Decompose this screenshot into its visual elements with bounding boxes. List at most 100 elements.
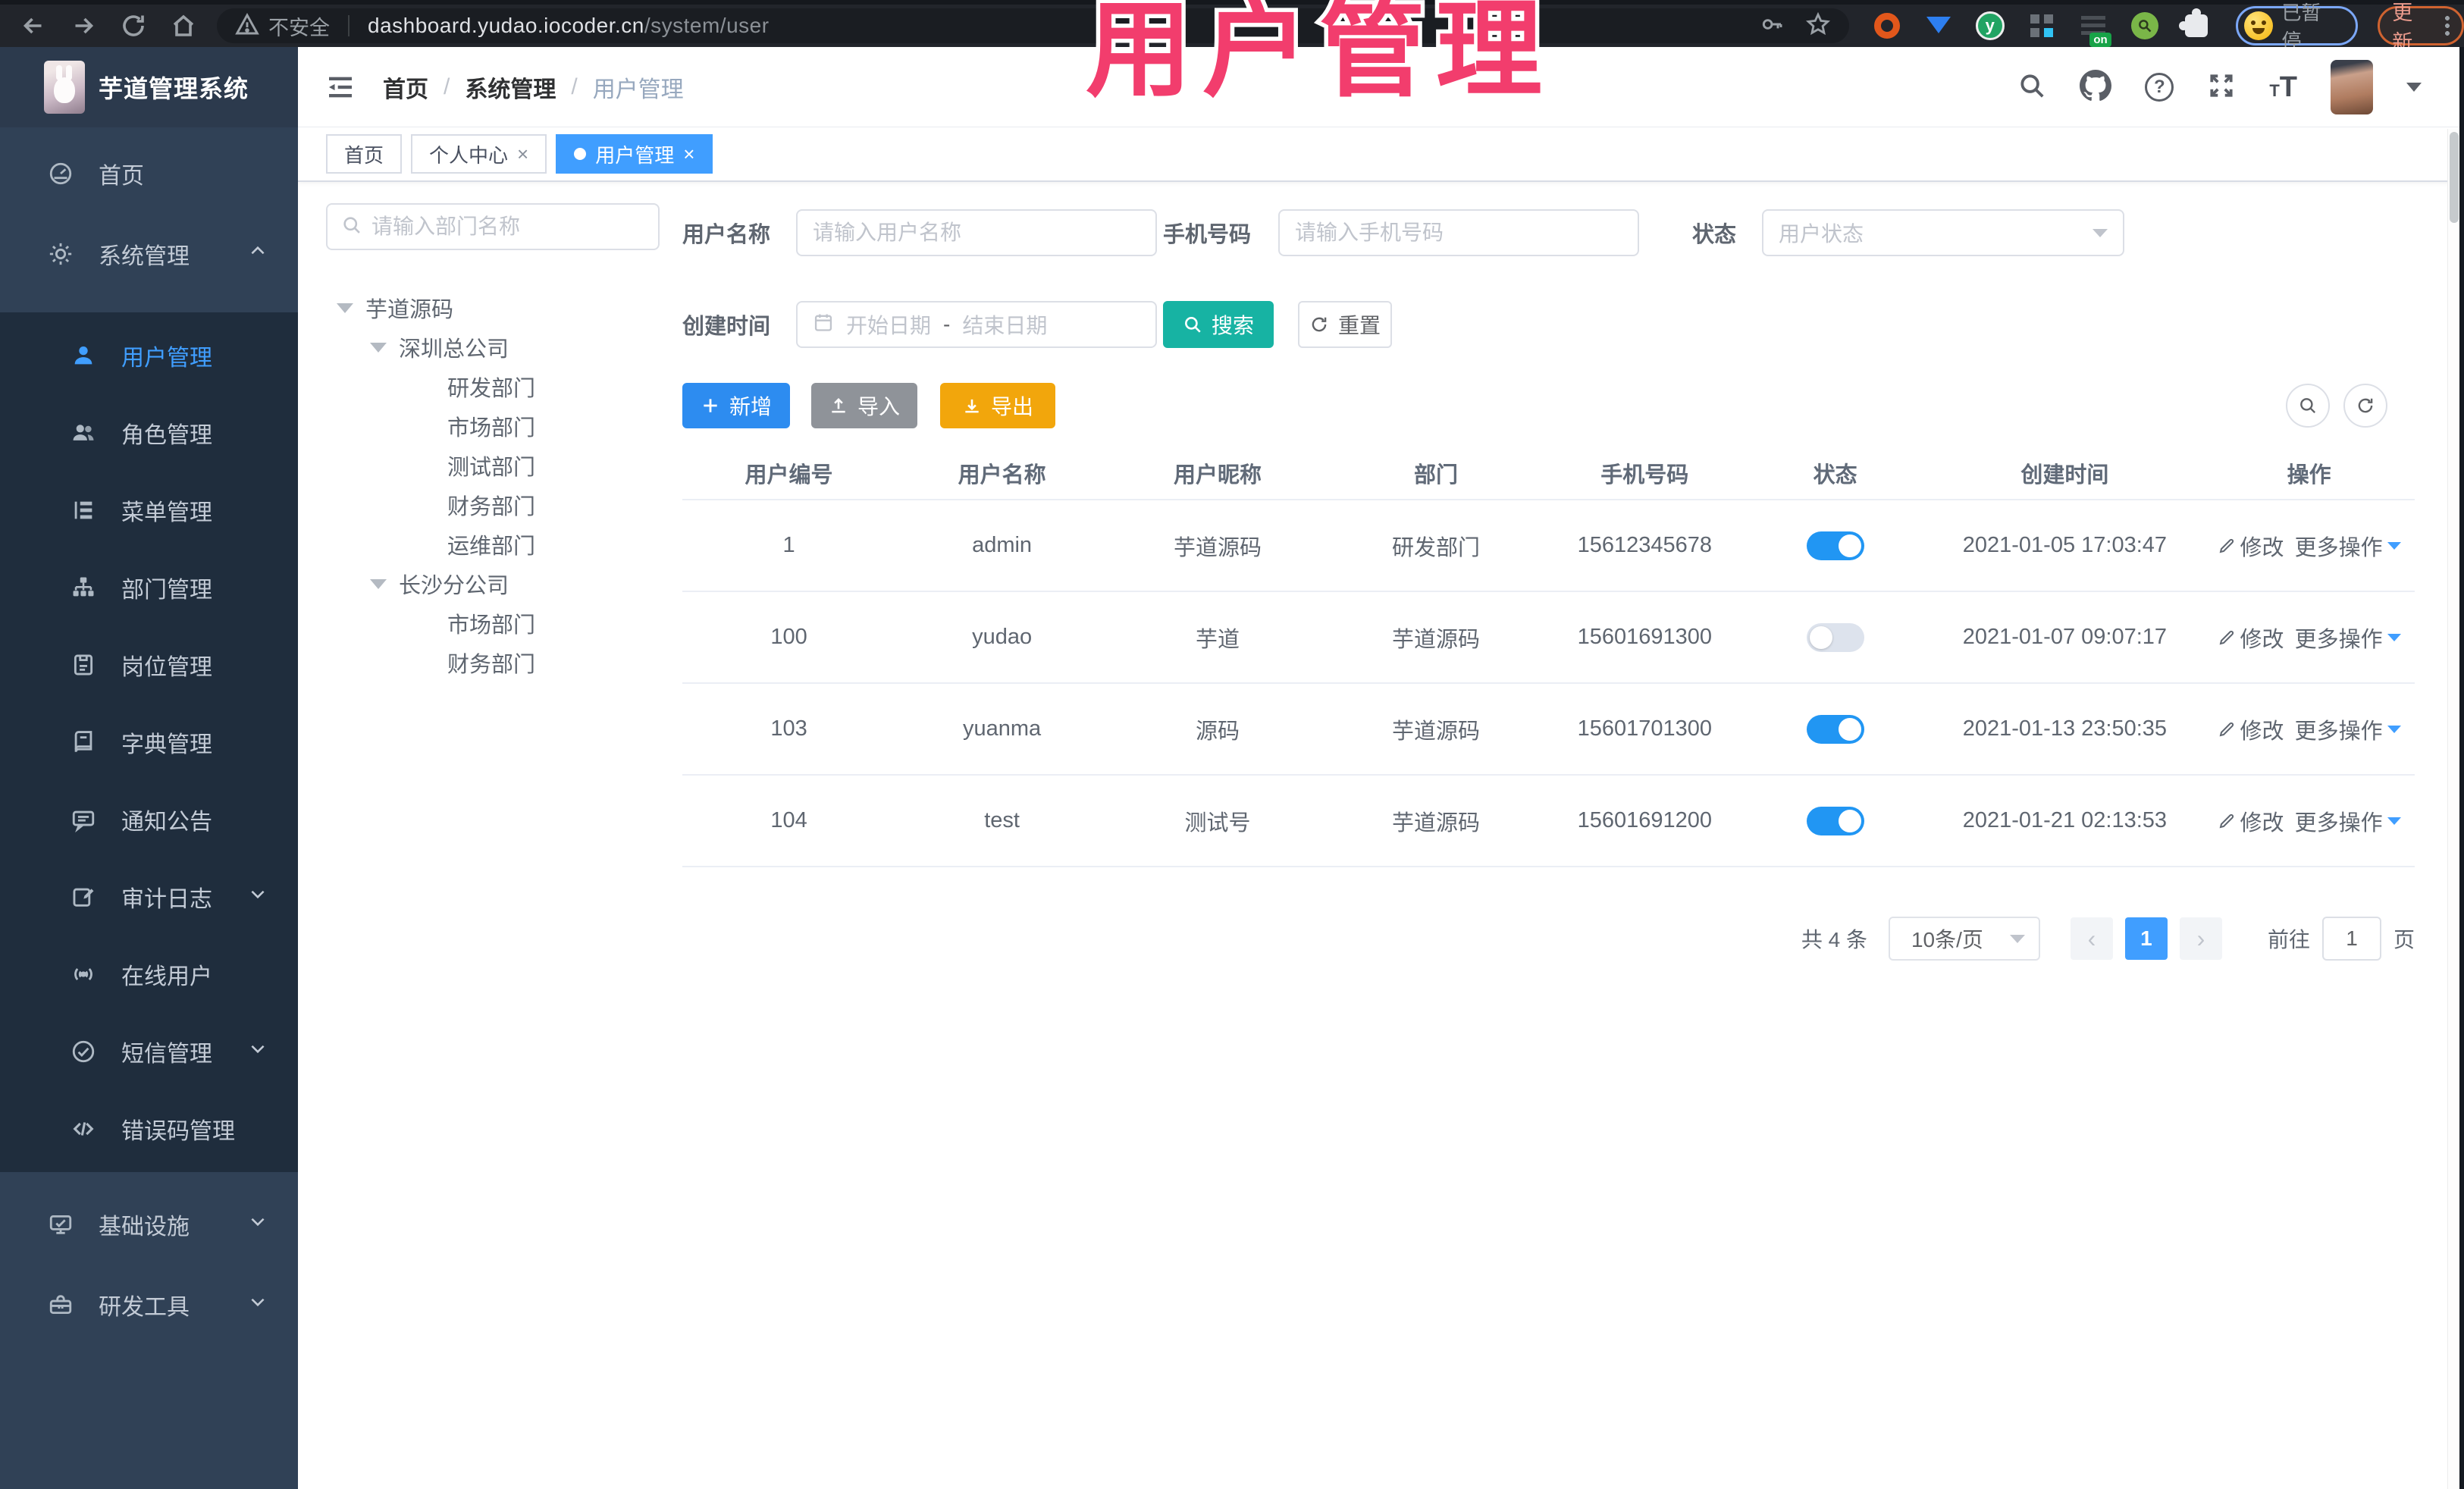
gear-icon (47, 241, 74, 267)
sidebar-item-infrastructure[interactable]: 基础设施 (0, 1184, 298, 1265)
tree-expand-icon[interactable] (337, 303, 353, 313)
sidebar-collapse-icon[interactable] (324, 72, 356, 106)
close-icon[interactable]: × (683, 144, 694, 164)
security-chip[interactable]: 不安全 (268, 11, 330, 41)
status-toggle[interactable] (1806, 622, 1864, 652)
reset-button[interactable]: 重置 (1298, 301, 1392, 348)
mobile-field (1278, 209, 1639, 256)
edit-link[interactable]: 修改 (2218, 622, 2284, 654)
bookmark-star-icon[interactable] (1805, 11, 1831, 41)
edit-link[interactable]: 修改 (2218, 805, 2284, 837)
address-bar[interactable]: 不安全 dashboard.yudao.iocoder.cn/system/us… (217, 8, 1849, 43)
user-menu-caret-icon[interactable] (2406, 83, 2422, 92)
extension-y-icon[interactable]: y (1975, 11, 2005, 41)
sidebar-item-role-management[interactable]: 角色管理 (0, 394, 298, 472)
extension-list-icon[interactable]: on (2078, 11, 2111, 47)
tree-node-root[interactable]: 芋道源码 (326, 288, 660, 328)
tab-profile[interactable]: 个人中心 × (411, 134, 547, 174)
sidebar-item-error-code[interactable]: 错误码管理 (0, 1090, 298, 1168)
export-button[interactable]: 导出 (940, 383, 1055, 428)
refresh-button[interactable] (2343, 384, 2387, 428)
docs-help-icon[interactable]: ? (2145, 73, 2174, 102)
sidebar-item-system[interactable]: 系统管理 (0, 214, 298, 294)
dept-search-input[interactable] (371, 215, 644, 239)
sidebar-item-online-users[interactable]: 在线用户 (0, 936, 298, 1013)
close-icon[interactable]: × (517, 144, 528, 164)
github-icon[interactable] (2080, 69, 2112, 105)
more-actions-link[interactable]: 更多操作 (2295, 530, 2401, 562)
sidebar-item-notice[interactable]: 通知公告 (0, 781, 298, 858)
sidebar-item-dict-management[interactable]: 字典管理 (0, 704, 298, 781)
sidebar-item-post-management[interactable]: 岗位管理 (0, 626, 298, 704)
sidebar-item-dev-tools[interactable]: 研发工具 (0, 1265, 298, 1345)
status-toggle[interactable] (1806, 714, 1864, 744)
username-input[interactable] (813, 221, 1140, 245)
tree-node-dept[interactable]: 测试部门 (326, 446, 660, 485)
sidebar-item-menu-management[interactable]: 菜单管理 (0, 472, 298, 549)
hide-search-button[interactable] (2286, 384, 2330, 428)
sidebar-item-home[interactable]: 首页 (0, 133, 298, 214)
puzzle-icon[interactable] (2178, 8, 2212, 41)
sidebar-item-sms[interactable]: 短信管理 (0, 1013, 298, 1090)
forward-icon[interactable] (70, 12, 97, 39)
edit-link[interactable]: 修改 (2218, 713, 2284, 745)
scrollbar-track[interactable] (2447, 129, 2459, 1489)
header-search-icon[interactable] (2017, 71, 2046, 104)
mobile-label: 手机号码 (1163, 223, 1252, 247)
status-select[interactable]: 用户状态 (1762, 209, 2124, 256)
browser-profile-chip[interactable]: 已暂停 (2235, 2, 2359, 52)
user-avatar[interactable] (2331, 60, 2373, 114)
date-range-picker[interactable]: 开始日期 - 结束日期 (796, 301, 1157, 348)
page-size-select[interactable]: 10条/页 (1888, 917, 2040, 961)
tab-user-management[interactable]: 用户管理 × (556, 134, 713, 174)
tree-node-dept[interactable]: 财务部门 (326, 485, 660, 525)
add-button[interactable]: 新增 (682, 383, 790, 428)
tree-node-dept[interactable]: 运维部门 (326, 525, 660, 564)
profile-status: 已暂停 (2281, 2, 2321, 52)
sidebar-item-dept-management[interactable]: 部门管理 (0, 549, 298, 626)
extension-orange-icon[interactable] (1872, 11, 1902, 41)
tab-home[interactable]: 首页 (326, 134, 403, 174)
status-toggle[interactable] (1806, 531, 1864, 560)
key-icon[interactable] (1760, 12, 1784, 40)
browser-menu-icon[interactable] (2445, 14, 2450, 37)
prev-page-button[interactable]: ‹ (2070, 917, 2113, 960)
reload-icon[interactable] (120, 12, 147, 39)
breadcrumb-home[interactable]: 首页 (383, 71, 428, 104)
tree-node-dept[interactable]: 研发部门 (326, 367, 660, 406)
fullscreen-icon[interactable] (2207, 71, 2236, 104)
import-button[interactable]: 导入 (811, 383, 917, 428)
page-number-active[interactable]: 1 (2124, 917, 2168, 960)
home-icon[interactable] (170, 12, 197, 39)
extension-gem-icon[interactable] (1923, 11, 1954, 41)
tree-expand-icon[interactable] (370, 342, 387, 353)
tree-node-company[interactable]: 深圳总公司 (326, 328, 660, 367)
url-text[interactable]: dashboard.yudao.iocoder.cn/system/user (368, 14, 770, 38)
tree-node-dept[interactable]: 财务部门 (326, 643, 660, 682)
breadcrumb: 首页 / 系统管理 / 用户管理 (383, 47, 684, 127)
scrollbar-thumb[interactable] (2450, 132, 2459, 223)
extension-search-icon[interactable] (2130, 11, 2160, 41)
sidebar-item-user-management[interactable]: 用户管理 (0, 317, 298, 394)
breadcrumb-system[interactable]: 系统管理 (465, 71, 556, 104)
more-actions-link[interactable]: 更多操作 (2295, 713, 2401, 745)
edit-link[interactable]: 修改 (2218, 530, 2284, 562)
tree-node-dept[interactable]: 市场部门 (326, 603, 660, 643)
next-page-button[interactable]: › (2179, 917, 2222, 960)
total-count: 共 4 条 (1801, 928, 1867, 951)
more-actions-link[interactable]: 更多操作 (2295, 805, 2401, 837)
more-actions-link[interactable]: 更多操作 (2295, 622, 2401, 654)
sidebar-item-audit-log[interactable]: 审计日志 (0, 858, 298, 936)
browser-update-button[interactable]: 更新 (2378, 2, 2464, 54)
app-logo[interactable]: 芋道管理系统 (0, 47, 298, 127)
tree-node-dept[interactable]: 市场部门 (326, 406, 660, 446)
search-button[interactable]: 搜索 (1163, 301, 1274, 348)
mobile-input[interactable] (1295, 221, 1622, 245)
tree-node-company[interactable]: 长沙分公司 (326, 564, 660, 603)
tree-expand-icon[interactable] (370, 578, 387, 589)
goto-page-input[interactable] (2321, 917, 2381, 961)
back-icon[interactable] (20, 12, 47, 39)
extension-grid-icon[interactable] (2027, 11, 2057, 41)
font-size-icon[interactable]: TT (2269, 71, 2297, 104)
status-toggle[interactable] (1806, 806, 1864, 835)
